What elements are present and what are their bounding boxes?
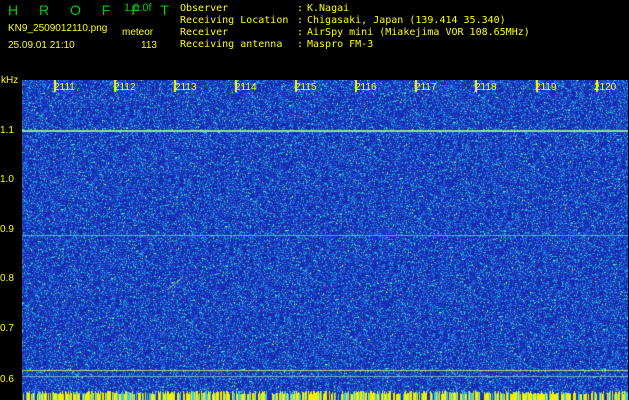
info-colon: : bbox=[297, 39, 304, 50]
mode-label: meteor bbox=[122, 27, 154, 38]
info-label-location: Receiving Location bbox=[180, 15, 289, 26]
x-tick-label: 2113 bbox=[175, 82, 197, 93]
info-label-observer: Observer bbox=[180, 3, 229, 14]
y-tick-label: 0.9 bbox=[0, 224, 14, 235]
x-tick-label: 2119 bbox=[535, 82, 557, 93]
x-tick-label: 2116 bbox=[355, 82, 377, 93]
x-tick-label: 2112 bbox=[114, 82, 136, 93]
y-tick-label: 0.8 bbox=[0, 273, 14, 284]
info-value-location: Chigasaki, Japan (139.414 35.340) bbox=[307, 15, 506, 26]
x-tick-label: 2118 bbox=[475, 82, 497, 93]
detection-count: 113 bbox=[141, 40, 157, 51]
info-label-receiver: Receiver bbox=[180, 27, 229, 38]
spectrogram-canvas bbox=[22, 80, 628, 400]
x-tick-label: 2120 bbox=[594, 82, 617, 93]
timestamp: 25.09.01 21:10 bbox=[8, 40, 75, 51]
x-tick-label: 2111 bbox=[54, 82, 75, 93]
y-tick-label: 1.1 bbox=[0, 125, 14, 136]
y-axis-unit: kHz bbox=[1, 75, 19, 86]
x-tick-label: 2114 bbox=[235, 82, 257, 93]
info-colon: : bbox=[297, 27, 304, 38]
file-name: KN9_2509012110.png bbox=[8, 23, 108, 34]
y-tick-label: 1.0 bbox=[0, 174, 14, 185]
x-tick-label: 2117 bbox=[415, 82, 437, 93]
y-tick-label: 0.7 bbox=[0, 323, 14, 334]
info-value-receiver: AirSpy mini (Miakejima VOR 108.65MHz) bbox=[307, 27, 530, 38]
hrofft-screen: H R O F F T 1.0.0f KN9_2509012110.png me… bbox=[0, 0, 629, 400]
spectrogram-plot bbox=[22, 80, 628, 400]
app-logo: H R O F F T bbox=[8, 2, 178, 18]
info-label-antenna: Receiving antenna bbox=[180, 39, 283, 50]
x-tick-label: 2115 bbox=[295, 82, 317, 93]
info-value-antenna: Maspro FM-3 bbox=[307, 39, 374, 50]
info-colon: : bbox=[297, 15, 304, 26]
info-colon: : bbox=[297, 3, 304, 14]
info-value-observer: K.Nagai bbox=[307, 3, 350, 14]
app-version: 1.0.0f bbox=[124, 2, 152, 14]
y-tick-label: 0.6 bbox=[0, 374, 14, 385]
